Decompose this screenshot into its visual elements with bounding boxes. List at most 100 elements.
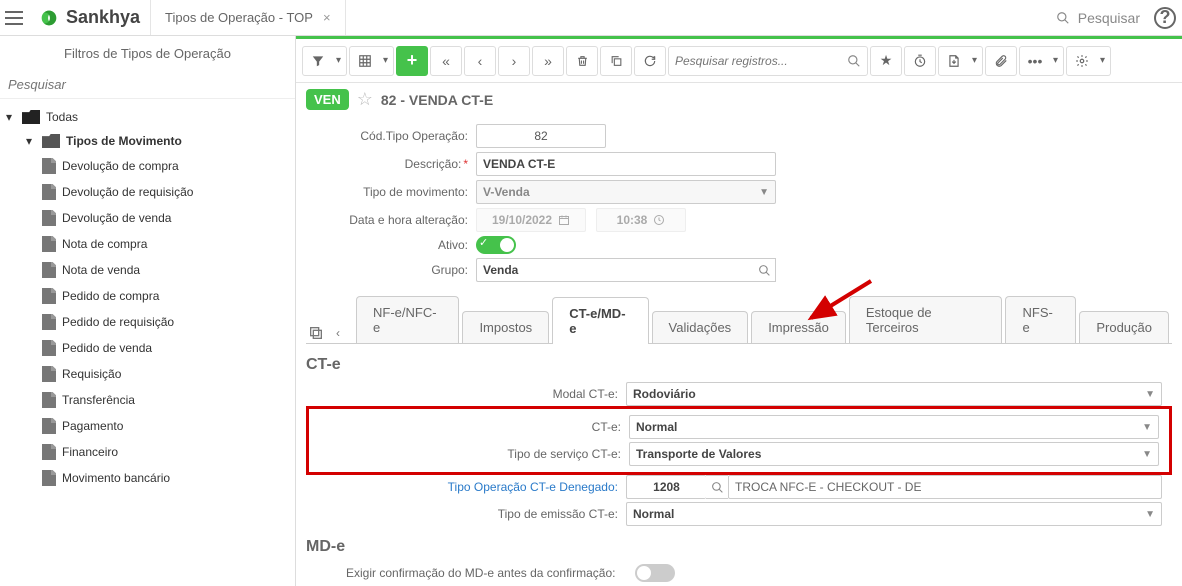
tree-item[interactable]: Devolução de compra bbox=[0, 153, 295, 179]
tab-nfse[interactable]: NFS-e bbox=[1005, 296, 1076, 343]
tree-item[interactable]: Financeiro bbox=[0, 439, 295, 465]
tab-validacoes[interactable]: Validações bbox=[652, 311, 749, 343]
tipo-movimento-select[interactable]: V-Venda ▼ bbox=[476, 180, 776, 204]
close-tab-icon[interactable]: × bbox=[323, 10, 331, 25]
top-denegado-code-field[interactable]: 1208 bbox=[626, 475, 706, 499]
label-grupo: Grupo: bbox=[306, 263, 476, 277]
file-icon bbox=[42, 288, 56, 304]
add-button[interactable]: + bbox=[396, 46, 428, 76]
tipo-emissao-cte-select[interactable]: Normal▼ bbox=[626, 502, 1162, 526]
last-button[interactable]: » bbox=[532, 46, 564, 76]
tree-item[interactable]: Devolução de venda bbox=[0, 205, 295, 231]
file-icon bbox=[42, 314, 56, 330]
modal-cte-select[interactable]: Rodoviário ▼ bbox=[626, 382, 1162, 406]
export-dropdown[interactable]: ▾ bbox=[967, 46, 983, 76]
filter-button[interactable] bbox=[302, 46, 334, 76]
app-tab-title: Tipos de Operação - TOP bbox=[165, 10, 313, 25]
brand-name: Sankhya bbox=[66, 7, 140, 28]
export-button[interactable] bbox=[938, 46, 970, 76]
cod-field[interactable]: 82 bbox=[476, 124, 606, 148]
next-button[interactable]: › bbox=[498, 46, 530, 76]
tab-nfe[interactable]: NF-e/NFC-e bbox=[356, 296, 459, 343]
tree-group[interactable]: ▾ Tipos de Movimento bbox=[0, 129, 295, 153]
modal-cte-value: Rodoviário bbox=[633, 387, 696, 401]
tipo-mov-value: V-Venda bbox=[483, 185, 530, 199]
prev-button[interactable]: ‹ bbox=[464, 46, 496, 76]
hora-value: 10:38 bbox=[617, 213, 648, 227]
tree-root-label: Todas bbox=[46, 110, 78, 124]
tab-impressao[interactable]: Impressão bbox=[751, 311, 846, 343]
record-tag: VEN bbox=[306, 89, 349, 110]
first-button[interactable]: « bbox=[430, 46, 462, 76]
tab-producao[interactable]: Produção bbox=[1079, 311, 1169, 343]
grid-view-button[interactable] bbox=[349, 46, 381, 76]
app-tab[interactable]: Tipos de Operação - TOP × bbox=[150, 0, 345, 35]
menu-hamburger[interactable] bbox=[0, 0, 28, 35]
tab-impostos[interactable]: Impostos bbox=[462, 311, 549, 343]
hora-alteracao-field: 10:38 bbox=[596, 208, 686, 232]
refresh-button[interactable] bbox=[634, 46, 666, 76]
more-dropdown[interactable]: ▾ bbox=[1048, 46, 1064, 76]
tree-item[interactable]: Pedido de requisição bbox=[0, 309, 295, 335]
settings-dropdown[interactable]: ▾ bbox=[1095, 46, 1111, 76]
favorite-button[interactable]: ★ bbox=[870, 46, 902, 76]
tipo-emissao-value: Normal bbox=[633, 507, 674, 521]
tipo-servico-cte-select[interactable]: Transporte de Valores▼ bbox=[629, 442, 1159, 466]
record-search-input[interactable] bbox=[675, 54, 847, 68]
chevron-down-icon: ▼ bbox=[1142, 422, 1152, 433]
top-denegado-desc: TROCA NFC-E - CHECKOUT - DE bbox=[735, 480, 921, 494]
tree-item[interactable]: Nota de compra bbox=[0, 231, 295, 257]
tree-item[interactable]: Devolução de requisição bbox=[0, 179, 295, 205]
tree-item[interactable]: Movimento bancário bbox=[0, 465, 295, 491]
folder-icon bbox=[22, 110, 40, 124]
help-icon[interactable]: ? bbox=[1154, 7, 1176, 29]
more-button[interactable]: ••• bbox=[1019, 46, 1051, 76]
tree-root[interactable]: ▾ Todas bbox=[0, 105, 295, 129]
tree-item[interactable]: Pedido de venda bbox=[0, 335, 295, 361]
top-denegado-desc-field: TROCA NFC-E - CHECKOUT - DE bbox=[728, 475, 1162, 499]
top-denegado-lookup-icon[interactable] bbox=[706, 475, 728, 499]
file-icon bbox=[42, 184, 56, 200]
file-icon bbox=[42, 236, 56, 252]
grupo-lookup-icon[interactable] bbox=[754, 258, 776, 282]
grupo-field[interactable]: Venda bbox=[476, 258, 754, 282]
filter-dropdown[interactable]: ▾ bbox=[331, 46, 347, 76]
tree-item[interactable]: Pagamento bbox=[0, 413, 295, 439]
descricao-field[interactable]: VENDA CT-E bbox=[476, 152, 776, 176]
copy-button[interactable] bbox=[600, 46, 632, 76]
chevron-down-icon: ▼ bbox=[759, 187, 769, 198]
tab-overflow-icon[interactable] bbox=[306, 323, 326, 343]
exigir-mde-toggle[interactable] bbox=[635, 564, 675, 582]
tab-estoque-terceiros[interactable]: Estoque de Terceiros bbox=[849, 296, 1003, 343]
tree-item-label: Devolução de venda bbox=[62, 211, 171, 225]
settings-button[interactable] bbox=[1066, 46, 1098, 76]
timer-button[interactable] bbox=[904, 46, 936, 76]
tree-item[interactable]: Requisição bbox=[0, 361, 295, 387]
cod-value: 82 bbox=[534, 129, 547, 143]
attach-button[interactable] bbox=[985, 46, 1017, 76]
tab-scroll-left-icon[interactable]: ‹ bbox=[328, 323, 348, 343]
tree-item[interactable]: Nota de venda bbox=[0, 257, 295, 283]
cte-value: Normal bbox=[636, 420, 677, 434]
grid-view-dropdown[interactable]: ▾ bbox=[378, 46, 394, 76]
label-data-alt: Data e hora alteração: bbox=[306, 213, 476, 227]
cte-select[interactable]: Normal ▼ bbox=[629, 415, 1159, 439]
ativo-toggle[interactable] bbox=[476, 236, 516, 254]
tree-item[interactable]: Transferência bbox=[0, 387, 295, 413]
favorite-star-icon[interactable]: ☆ bbox=[357, 89, 373, 110]
tab-cte-mde[interactable]: CT-e/MD-e bbox=[552, 297, 648, 344]
file-icon bbox=[42, 418, 56, 434]
delete-button[interactable] bbox=[566, 46, 598, 76]
highlight-annotation: CT-e: Normal▼ Tipo de serviço CT-e: Tran… bbox=[306, 406, 1172, 475]
label-tipo-emissao-cte: Tipo de emissão CT-e: bbox=[306, 507, 626, 521]
tree-item-label: Financeiro bbox=[62, 445, 118, 459]
global-search[interactable]: Pesquisar bbox=[1042, 10, 1154, 26]
file-icon bbox=[42, 158, 56, 174]
sidebar-search-input[interactable] bbox=[0, 71, 295, 99]
search-icon[interactable] bbox=[847, 54, 861, 68]
tree-item[interactable]: Pedido de compra bbox=[0, 283, 295, 309]
chevron-down-icon: ▼ bbox=[1145, 389, 1155, 400]
data-value: 19/10/2022 bbox=[492, 213, 552, 227]
tree-item-label: Pedido de requisição bbox=[62, 315, 174, 329]
label-tipo-mov: Tipo de movimento: bbox=[306, 185, 476, 199]
